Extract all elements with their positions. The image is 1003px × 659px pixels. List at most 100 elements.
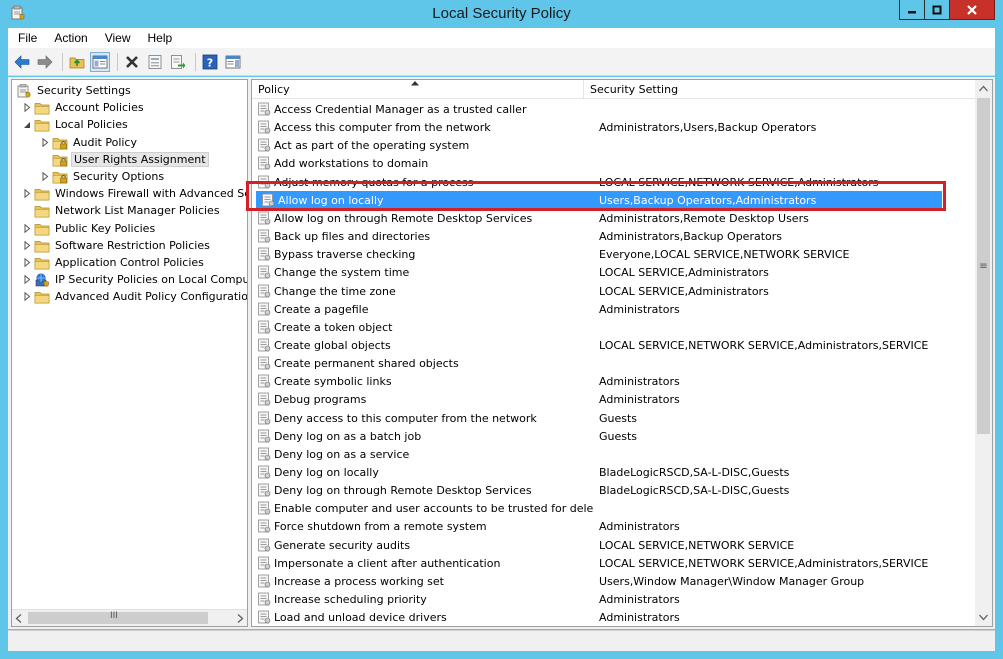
export-list-button[interactable]: [168, 52, 188, 72]
table-row[interactable]: Deny log on as a service: [252, 445, 976, 463]
policy-name: Load and unload device drivers: [274, 610, 447, 624]
security-setting-value: Administrators,Backup Operators: [599, 229, 782, 243]
title-bar[interactable]: Local Security Policy: [0, 0, 1003, 28]
expand-arrow-icon[interactable]: [22, 258, 32, 268]
menu-file[interactable]: File: [8, 31, 44, 45]
expand-arrow-icon[interactable]: [22, 189, 32, 199]
list-vertical-scrollbar[interactable]: ≡: [975, 80, 992, 626]
tree-item-security-settings[interactable]: Security Settings: [16, 82, 133, 99]
policy-setting-icon: [257, 610, 271, 624]
expand-arrow-icon[interactable]: [22, 241, 32, 251]
policy-name: Create a pagefile: [274, 302, 369, 316]
table-row[interactable]: Create global objects LOCAL SERVICE,NETWO…: [252, 336, 976, 354]
table-row[interactable]: Access this computer from the network Adm…: [252, 118, 976, 136]
close-icon: [967, 4, 977, 15]
table-row[interactable]: Create a token object: [252, 318, 976, 336]
table-row[interactable]: Generate security audits LOCAL SERVICE,NE…: [252, 536, 976, 554]
maximize-button[interactable]: [924, 0, 950, 20]
table-row[interactable]: Deny log on as a batch job Guests: [252, 427, 976, 445]
menu-action[interactable]: Action: [44, 31, 94, 45]
policy-setting-icon: [257, 229, 271, 243]
list-header: Policy Security Setting: [252, 80, 976, 99]
scroll-grip: III: [110, 611, 118, 621]
table-row[interactable]: Act as part of the operating system: [252, 136, 976, 154]
expand-arrow-icon[interactable]: [40, 172, 50, 182]
security-setting-value: Users,Window Manager\Window Manager Grou…: [599, 574, 865, 588]
up-one-level-button[interactable]: [67, 52, 87, 72]
tree-item-network-list-manager-policies[interactable]: Network List Manager Policies: [22, 202, 222, 219]
expand-arrow-icon[interactable]: [22, 224, 32, 234]
show-hide-console-tree-button[interactable]: [90, 51, 110, 72]
table-row[interactable]: Impersonate a client after authenticatio…: [252, 554, 976, 572]
table-row[interactable]: Create symbolic links Administrators: [252, 372, 976, 390]
scroll-down-button[interactable]: [975, 609, 992, 626]
tree-item-advanced-audit-policy-configuration[interactable]: Advanced Audit Policy Configuration: [22, 288, 247, 305]
table-row[interactable]: Debug programs Administrators: [252, 390, 976, 408]
tree-item-label: Windows Firewall with Advanced Secu: [55, 187, 248, 200]
scroll-right-icon[interactable]: [236, 614, 244, 623]
table-row[interactable]: Bypass traverse checking Everyone,LOCAL S…: [252, 245, 976, 263]
table-row[interactable]: Deny log on through Remote Desktop Servi…: [252, 481, 976, 499]
tree-item-audit-policy[interactable]: Audit Policy: [40, 134, 139, 151]
tree-item-application-control-policies[interactable]: Application Control Policies: [22, 254, 206, 271]
security-setting-value: Administrators: [599, 610, 680, 624]
back-arrow-icon: [14, 54, 30, 69]
table-row[interactable]: Enable computer and user accounts to be …: [252, 499, 976, 517]
table-row[interactable]: Create a pagefile Administrators: [252, 300, 976, 318]
policy-name: Impersonate a client after authenticatio…: [274, 556, 501, 570]
back-button[interactable]: [12, 52, 32, 72]
expand-arrow-icon[interactable]: [40, 138, 50, 148]
tree-item-windows-firewall-with-advanced-secu[interactable]: Windows Firewall with Advanced Secu: [22, 185, 248, 202]
close-button[interactable]: [949, 0, 995, 20]
table-row[interactable]: Increase a process working set Users,Wind…: [252, 572, 976, 590]
minimize-icon: [908, 10, 916, 13]
table-row[interactable]: Force shutdown from a remote system Admin…: [252, 517, 976, 535]
delete-x-icon: [126, 55, 138, 68]
table-row[interactable]: Add workstations to domain: [252, 154, 976, 172]
forward-button[interactable]: [35, 52, 55, 72]
table-row[interactable]: Deny log on locally BladeLogicRSCD,SA-L-D…: [252, 463, 976, 481]
tree-item-software-restriction-policies[interactable]: Software Restriction Policies: [22, 237, 212, 254]
table-row[interactable]: Back up files and directories Administrat…: [252, 227, 976, 245]
security-setting-value: BladeLogicRSCD,SA-L-DISC,Guests: [599, 465, 790, 479]
tree-item-public-key-policies[interactable]: Public Key Policies: [22, 220, 157, 237]
scroll-left-icon[interactable]: [15, 614, 23, 623]
policy-name: Access this computer from the network: [274, 120, 491, 134]
column-header-policy[interactable]: Policy: [252, 80, 584, 99]
table-row[interactable]: Increase scheduling priority Administrato…: [252, 590, 976, 608]
list-scroll-thumb[interactable]: ≡: [977, 98, 990, 434]
menu-help[interactable]: Help: [138, 31, 180, 45]
table-row[interactable]: Access Credential Manager as a trusted c…: [252, 100, 976, 118]
scroll-up-button[interactable]: [975, 80, 992, 97]
delete-button[interactable]: [122, 52, 142, 72]
folder-icon: [34, 186, 50, 202]
tree-item-local-policies[interactable]: Local Policies: [22, 116, 130, 133]
tree-item-ip-security-policies-on-local-compute[interactable]: IP Security Policies on Local Compute: [22, 271, 247, 288]
table-row[interactable]: Deny access to this computer from the ne…: [252, 409, 976, 427]
table-row[interactable]: Create permanent shared objects: [252, 354, 976, 372]
expand-arrow-icon[interactable]: [22, 275, 32, 285]
minimize-button[interactable]: [899, 0, 925, 20]
column-header-security-setting[interactable]: Security Setting: [584, 80, 976, 99]
menu-view[interactable]: View: [95, 31, 138, 45]
tree-horizontal-scrollbar[interactable]: III: [12, 609, 247, 626]
table-row[interactable]: Change the system time LOCAL SERVICE,Admi…: [252, 263, 976, 281]
table-row[interactable]: Change the time zone LOCAL SERVICE,Admini…: [252, 282, 976, 300]
show-action-pane-button[interactable]: [223, 52, 243, 72]
status-bar: [8, 630, 995, 651]
table-row[interactable]: Adjust memory quotas for a process LOCAL …: [252, 173, 976, 191]
tree-item-account-policies[interactable]: Account Policies: [22, 99, 146, 116]
expand-arrow-icon[interactable]: [22, 103, 32, 113]
tree-item-user-rights-assignment[interactable]: User Rights Assignment: [40, 151, 209, 168]
help-button[interactable]: ?: [200, 52, 220, 72]
policy-setting-icon: [257, 102, 271, 116]
policy-setting-icon: [257, 411, 271, 425]
tree-item-security-options[interactable]: Security Options: [40, 168, 166, 185]
table-row[interactable]: Allow log on through Remote Desktop Serv…: [252, 209, 976, 227]
collapse-arrow-icon[interactable]: [22, 120, 32, 130]
tree-scroll-thumb[interactable]: III: [28, 611, 208, 624]
table-row-selected[interactable]: Allow log on locally Users,Backup Operato…: [256, 191, 942, 209]
table-row[interactable]: Load and unload device drivers Administra…: [252, 608, 976, 626]
expand-arrow-icon[interactable]: [22, 292, 32, 302]
properties-button[interactable]: [145, 52, 165, 72]
